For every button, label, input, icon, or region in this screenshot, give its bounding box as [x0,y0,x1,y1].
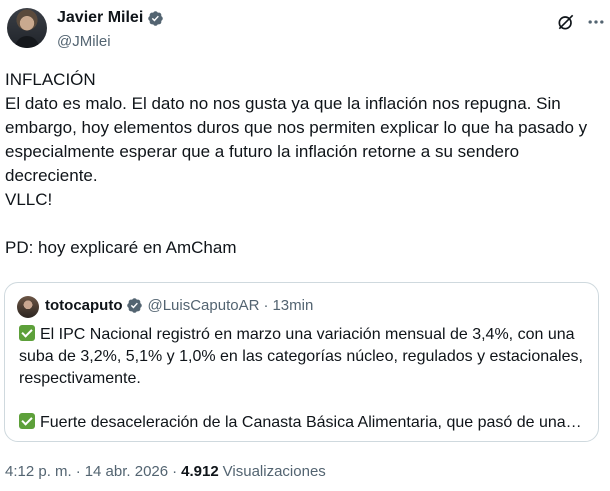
quote-time[interactable]: 13min [272,297,313,314]
quote-text: El IPC Nacional registró en marzo una va… [19,324,594,434]
grok-icon[interactable] [556,12,576,32]
tweet-time[interactable]: 4:12 p. m. [5,463,72,480]
tweet-date[interactable]: 14 abr. 2026 [85,463,168,480]
author-display-name[interactable]: Javier Milei [57,9,143,27]
quote-handle[interactable]: @LuisCaputoAR [147,297,259,314]
views-label: Visualizaciones [222,463,326,480]
verified-badge-icon [127,298,143,313]
check-mark-icon [19,325,35,341]
tweet-line: INFLACIÓN [5,70,96,89]
quote-avatar[interactable] [17,296,39,318]
quote-paragraph: Fuerte desaceleración de la Canasta Bási… [19,412,594,434]
tweet-line: El dato es malo. El dato no nos gusta ya… [5,94,588,185]
quote-display-name[interactable]: totocaputo [45,297,122,314]
meta-separator: · [75,463,81,480]
quote-header: totocaputo @LuisCaputoAR · 13min [45,297,313,314]
quote-paragraph: El IPC Nacional registró en marzo una va… [19,324,594,390]
tweet-line: VLLC! [5,190,53,209]
tweet-line: PD: hoy explicaré en AmCham [5,238,237,257]
meta-separator: · [172,463,178,480]
tweet-meta: 4:12 p. m. · 14 abr. 2026 · 4.912 Visual… [5,463,326,480]
quoted-tweet[interactable]: totocaputo @LuisCaputoAR · 13min El IPC … [4,282,599,442]
tweet-text: INFLACIÓN El dato es malo. El dato no no… [5,68,605,260]
check-mark-icon [19,413,35,429]
quote-paragraph-text: El IPC Nacional registró en marzo una va… [19,326,583,387]
author-avatar[interactable] [7,8,47,48]
more-icon[interactable] [586,12,606,32]
views-count: 4.912 [181,463,219,480]
author-name-row: Javier Milei [57,9,164,27]
quote-separator: · [263,297,269,314]
author-handle[interactable]: @JMilei [57,33,111,50]
quote-paragraph-text: Fuerte desaceleración de la Canasta Bási… [40,414,582,431]
verified-badge-icon [148,10,164,26]
